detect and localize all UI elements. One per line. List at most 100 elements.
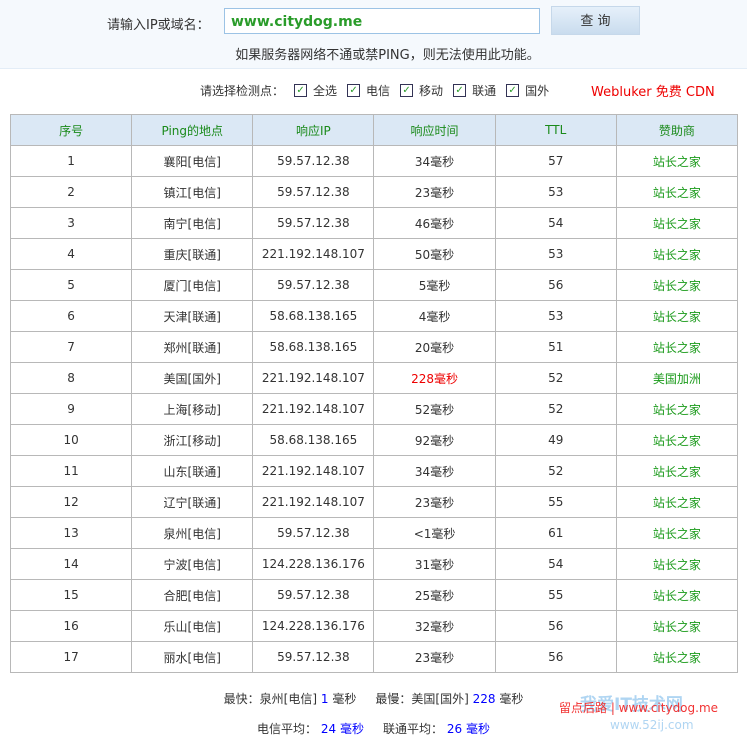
ttl: 56 bbox=[494, 269, 617, 301]
ping-location: 上海[移动] bbox=[131, 393, 254, 425]
row-index: 1 bbox=[9, 145, 133, 177]
ping-note: 如果服务器网络不通或禁PING，则无法使用此功能。 bbox=[235, 48, 540, 63]
domain-input[interactable]: www.citydog.me bbox=[224, 8, 540, 34]
option-label: 国外 bbox=[525, 84, 550, 98]
row-index: 15 bbox=[9, 579, 133, 611]
row-index: 13 bbox=[9, 517, 133, 549]
response-time: 23毫秒 bbox=[373, 641, 496, 673]
ttl: 49 bbox=[494, 424, 617, 456]
option-label: 移动 bbox=[419, 84, 444, 98]
response-time: 23毫秒 bbox=[373, 486, 496, 518]
sponsor[interactable]: 站长之家 bbox=[615, 269, 739, 301]
table-row: 9 上海[移动] 221.192.148.107 52毫秒 52 站长之家 bbox=[9, 393, 739, 425]
table-row: 8 美国[国外] 221.192.148.107 228毫秒 52 美国加洲 bbox=[9, 362, 739, 394]
ping-location: 合肥[电信] bbox=[131, 579, 254, 611]
response-ip: 59.57.12.38 bbox=[252, 269, 375, 301]
row-index: 12 bbox=[9, 486, 133, 518]
row-index: 17 bbox=[9, 641, 133, 673]
checkbox-mobile[interactable]: ✓ bbox=[400, 84, 414, 97]
sponsor[interactable]: 站长之家 bbox=[615, 331, 739, 363]
sponsor[interactable]: 站长之家 bbox=[615, 145, 739, 177]
response-ip: 124.228.136.176 bbox=[252, 610, 375, 642]
sponsor[interactable]: 站长之家 bbox=[615, 238, 739, 270]
column-header: 序号 bbox=[9, 114, 133, 146]
ping-location: 丽水[电信] bbox=[131, 641, 254, 673]
response-ip: 59.57.12.38 bbox=[252, 579, 375, 611]
table-row: 16 乐山[电信] 124.228.136.176 32毫秒 56 站长之家 bbox=[9, 610, 739, 642]
row-index: 4 bbox=[9, 238, 133, 270]
sponsor[interactable]: 站长之家 bbox=[615, 641, 739, 673]
sponsor[interactable]: 站长之家 bbox=[615, 176, 739, 208]
table-row: 3 南宁[电信] 59.57.12.38 46毫秒 54 站长之家 bbox=[9, 207, 739, 239]
response-ip: 221.192.148.107 bbox=[252, 362, 375, 394]
row-index: 5 bbox=[9, 269, 133, 301]
response-ip: 59.57.12.38 bbox=[252, 207, 375, 239]
table-row: 15 合肥[电信] 59.57.12.38 25毫秒 55 站长之家 bbox=[9, 579, 739, 611]
sponsor[interactable]: 站长之家 bbox=[615, 579, 739, 611]
watermark: 我爱IT技术网 www.52ij.com 留点后路 | www.citydog.… bbox=[540, 672, 745, 740]
sponsor[interactable]: 站长之家 bbox=[615, 424, 739, 456]
table-row: 10 浙江[移动] 58.68.138.165 92毫秒 49 站长之家 bbox=[9, 424, 739, 456]
row-index: 14 bbox=[9, 548, 133, 580]
ttl: 61 bbox=[494, 517, 617, 549]
table-row: 5 厦门[电信] 59.57.12.38 5毫秒 56 站长之家 bbox=[9, 269, 739, 301]
cdn-link[interactable]: Webluker 免费 CDN bbox=[591, 81, 715, 100]
ping-location: 宁波[电信] bbox=[131, 548, 254, 580]
telecom-avg-label: 电信平均： bbox=[257, 722, 318, 736]
response-ip: 58.68.138.165 bbox=[252, 300, 375, 332]
sponsor[interactable]: 站长之家 bbox=[615, 300, 739, 332]
response-ip: 58.68.138.165 bbox=[252, 424, 375, 456]
response-time: 92毫秒 bbox=[373, 424, 496, 456]
response-ip: 221.192.148.107 bbox=[252, 455, 375, 487]
unicom-avg-label: 联通平均： bbox=[383, 722, 444, 736]
sponsor[interactable]: 站长之家 bbox=[615, 393, 739, 425]
response-ip: 221.192.148.107 bbox=[252, 238, 375, 270]
option-label: 全选 bbox=[313, 84, 338, 98]
ping-location: 浙江[移动] bbox=[131, 424, 254, 456]
response-time: 25毫秒 bbox=[373, 579, 496, 611]
checkbox-foreign[interactable]: ✓ bbox=[506, 84, 520, 97]
checkbox-all[interactable]: ✓ bbox=[294, 84, 308, 97]
table-row: 2 镇江[电信] 59.57.12.38 23毫秒 53 站长之家 bbox=[9, 176, 739, 208]
slowest-value: 228 bbox=[472, 692, 496, 706]
fastest-label: 最快：泉州[电信] bbox=[223, 692, 318, 706]
response-ip: 58.68.138.165 bbox=[252, 331, 375, 363]
ping-results-table: 序号 Ping的地点 响应IP 响应时间 TTL 赞助商 1 襄阳[电信] 59.57.12.… bbox=[9, 114, 739, 673]
ttl: 51 bbox=[494, 331, 617, 363]
ttl: 52 bbox=[494, 455, 617, 487]
ping-location: 镇江[电信] bbox=[131, 176, 254, 208]
checkpoint-selector: 请选择检测点： ✓ 全选 ✓ 电信 ✓ 移动 ✓ 联通 ✓ 国外 bbox=[200, 82, 549, 99]
row-index: 6 bbox=[9, 300, 133, 332]
sponsor[interactable]: 美国加洲 bbox=[615, 362, 739, 394]
sponsor[interactable]: 站长之家 bbox=[615, 207, 739, 239]
row-index: 2 bbox=[9, 176, 133, 208]
ping-location: 厦门[电信] bbox=[131, 269, 254, 301]
unicom-avg-value: 26 毫秒 bbox=[446, 722, 490, 736]
query-button[interactable]: 查 询 bbox=[551, 6, 640, 35]
ttl: 55 bbox=[494, 579, 617, 611]
watermark-url: www.52ij.com bbox=[610, 718, 694, 732]
option-label: 联通 bbox=[472, 84, 497, 98]
row-index: 11 bbox=[9, 455, 133, 487]
response-time: 34毫秒 bbox=[373, 455, 496, 487]
sponsor[interactable]: 站长之家 bbox=[615, 455, 739, 487]
ping-location: 山东[联通] bbox=[131, 455, 254, 487]
table-row: 14 宁波[电信] 124.228.136.176 31毫秒 54 站长之家 bbox=[9, 548, 739, 580]
sponsor[interactable]: 站长之家 bbox=[615, 610, 739, 642]
ttl: 54 bbox=[494, 207, 617, 239]
sponsor[interactable]: 站长之家 bbox=[615, 517, 739, 549]
column-header: Ping的地点 bbox=[131, 114, 254, 146]
sponsor[interactable]: 站长之家 bbox=[615, 548, 739, 580]
unit: 毫秒 bbox=[332, 692, 357, 706]
ping-location: 泉州[电信] bbox=[131, 517, 254, 549]
row-index: 3 bbox=[9, 207, 133, 239]
table-row: 13 泉州[电信] 59.57.12.38 <1毫秒 61 站长之家 bbox=[9, 517, 739, 549]
checkbox-unicom[interactable]: ✓ bbox=[453, 84, 467, 97]
sponsor[interactable]: 站长之家 bbox=[615, 486, 739, 518]
checkbox-telecom[interactable]: ✓ bbox=[347, 84, 361, 97]
table-row: 12 辽宁[联通] 221.192.148.107 23毫秒 55 站长之家 bbox=[9, 486, 739, 518]
ping-location: 乐山[电信] bbox=[131, 610, 254, 642]
response-ip: 59.57.12.38 bbox=[252, 145, 375, 177]
row-index: 10 bbox=[9, 424, 133, 456]
search-panel: 请输入IP或域名： www.citydog.me 查 询 如果服务器网络不通或禁… bbox=[0, 0, 747, 69]
